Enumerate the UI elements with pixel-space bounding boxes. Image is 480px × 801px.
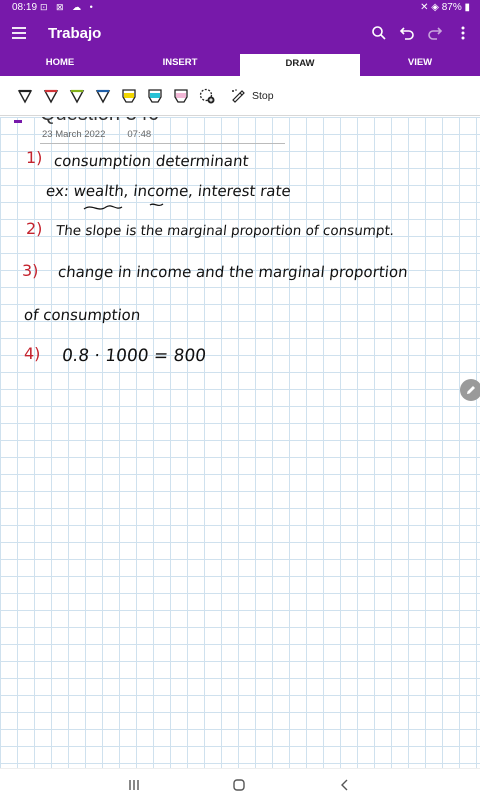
recent-apps-icon[interactable] xyxy=(126,777,142,793)
lasso-select-icon[interactable] xyxy=(194,83,220,109)
tab-home[interactable]: HOME xyxy=(0,52,120,76)
highlighter-pink-icon[interactable] xyxy=(168,83,194,109)
more-options-icon[interactable] xyxy=(452,22,474,44)
redo-icon[interactable] xyxy=(424,22,446,44)
menu-icon[interactable] xyxy=(8,22,30,44)
pencil-icon[interactable] xyxy=(460,379,480,401)
note-canvas[interactable]: Question 346 23 March 202207:48 1) consu… xyxy=(0,117,480,768)
stop-label: Stop xyxy=(252,89,274,102)
search-icon[interactable] xyxy=(368,22,390,44)
home-icon[interactable] xyxy=(231,777,247,793)
status-notification-icons: ⊡ ⊠ ☁ • xyxy=(40,2,96,12)
notebook-title: Trabajo xyxy=(48,25,102,42)
highlighter-yellow-icon[interactable] xyxy=(116,83,142,109)
stop-icon xyxy=(232,88,245,103)
status-time: 08:19 xyxy=(12,2,38,13)
status-bar: 08:19 ⊡ ⊠ ☁ • ✕ ◈ 87% ▮ xyxy=(0,0,480,16)
pen-red-icon[interactable] xyxy=(38,83,64,109)
ribbon-tabs: HOME INSERT DRAW VIEW xyxy=(0,52,480,76)
status-system-icons: ✕ ◈ 87% ▮ xyxy=(420,2,470,13)
app-bar: Trabajo xyxy=(0,16,480,52)
pen-blue-icon[interactable] xyxy=(90,83,116,109)
tab-insert[interactable]: INSERT xyxy=(120,52,240,76)
tab-view[interactable]: VIEW xyxy=(360,52,480,76)
pen-black-icon[interactable] xyxy=(12,83,38,109)
draw-toolbar: Stop xyxy=(0,76,480,116)
highlighter-cyan-icon[interactable] xyxy=(142,83,168,109)
pen-green-icon[interactable] xyxy=(64,83,90,109)
back-icon[interactable] xyxy=(337,777,353,793)
tab-draw[interactable]: DRAW xyxy=(240,52,360,76)
navigation-bar xyxy=(0,768,480,801)
stop-button[interactable]: Stop xyxy=(230,88,274,104)
undo-icon[interactable] xyxy=(396,22,418,44)
handwriting-underline-strokes xyxy=(83,203,164,210)
